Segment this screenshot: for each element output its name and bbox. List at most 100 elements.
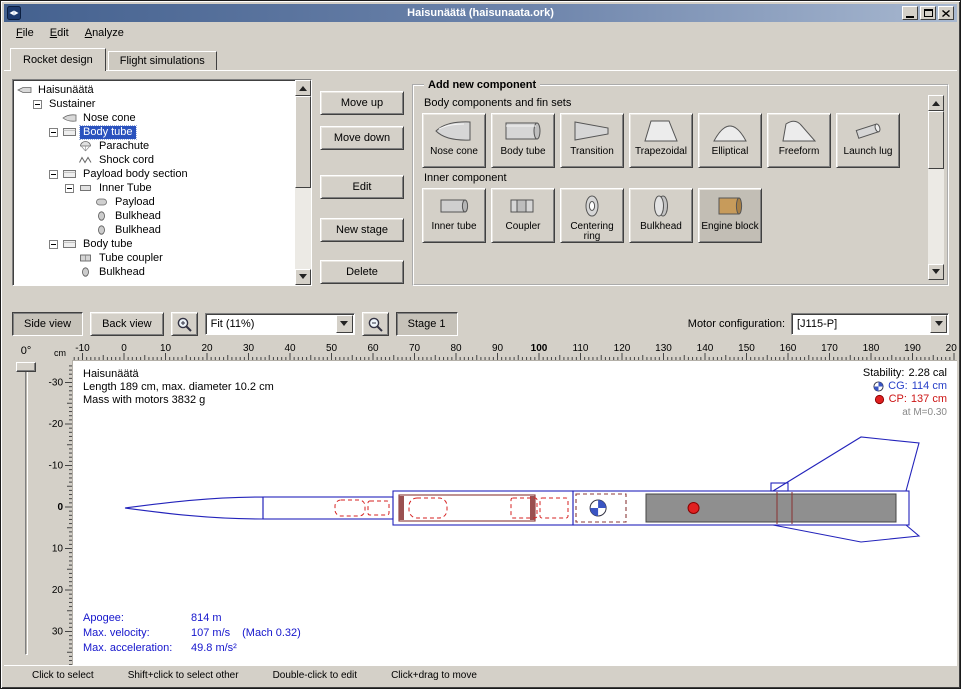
bulkhead-shape[interactable]	[399, 496, 404, 520]
add-launch-lug-button[interactable]: Launch lug	[836, 113, 900, 168]
tree-item-inner-tube[interactable]: Inner Tube	[13, 181, 295, 195]
tree-item-payload-body-section[interactable]: Payload body section	[13, 167, 295, 181]
menu-analyze[interactable]: Analyze	[77, 24, 132, 42]
add-engine-block-button[interactable]: Engine block	[698, 188, 762, 243]
move-down-button[interactable]: Move down	[320, 126, 404, 150]
parachute-shape[interactable]	[335, 500, 365, 516]
motor-configuration-select[interactable]: [J115-P]	[791, 313, 949, 335]
component-button-label: Inner tube	[431, 222, 476, 232]
svg-text:-10: -10	[49, 461, 64, 472]
scroll-thumb[interactable]	[928, 111, 944, 169]
bulkhead-icon	[78, 266, 93, 278]
tree-expander[interactable]	[65, 184, 74, 193]
body-tube-shape[interactable]	[263, 497, 393, 519]
fin-set-shape[interactable]	[771, 437, 919, 542]
add-nose-cone-button[interactable]: Nose cone	[422, 113, 486, 168]
tree-expander[interactable]	[49, 128, 58, 137]
rotation-angle-label: 0°	[4, 342, 48, 360]
flight-stat-row: Max. velocity:107 m/s(Mach 0.32)	[83, 626, 301, 641]
rotation-slider-track[interactable]	[25, 366, 28, 655]
motor-shape[interactable]	[646, 494, 896, 522]
payload-section-shape[interactable]	[393, 491, 573, 525]
add-bulkhead-button[interactable]: Bulkhead	[629, 188, 693, 243]
tree-expander[interactable]	[49, 240, 58, 249]
scroll-track[interactable]	[295, 96, 311, 269]
svg-text:-20: -20	[49, 419, 64, 430]
scroll-track[interactable]	[928, 111, 944, 264]
tree-item-tube-coupler[interactable]: Tube coupler	[13, 251, 295, 265]
payload-shape[interactable]	[409, 498, 447, 518]
shock-cord-shape[interactable]	[368, 501, 389, 515]
tree-item-haisun-t[interactable]: Haisunäätä	[13, 83, 295, 97]
edit-button[interactable]: Edit	[320, 175, 404, 199]
scroll-thumb[interactable]	[295, 96, 311, 188]
add-coupler-button[interactable]: Coupler	[491, 188, 555, 243]
inner-tube-shape[interactable]	[399, 495, 535, 521]
tree-item-shock-cord[interactable]: Shock cord	[13, 153, 295, 167]
combo-arrow-button[interactable]	[930, 315, 947, 333]
minimize-button[interactable]	[902, 6, 918, 20]
svg-text:90: 90	[492, 343, 504, 354]
cp-marker	[688, 503, 699, 514]
add-transition-button[interactable]: Transition	[560, 113, 624, 168]
scroll-down-button[interactable]	[295, 269, 311, 285]
menu-file[interactable]: File	[8, 24, 42, 42]
combo-arrow-button[interactable]	[336, 315, 353, 333]
stage-1-toggle[interactable]: Stage 1	[396, 312, 458, 336]
side-view-button[interactable]: Side view	[12, 312, 83, 336]
chevron-down-icon	[340, 321, 348, 330]
motor-configuration-value: [J115-P]	[797, 318, 837, 330]
move-up-button[interactable]: Move up	[320, 91, 404, 115]
rocket-drawing-area[interactable]: Haisunäätä Length 189 cm, max. diameter …	[72, 360, 957, 665]
add-centering-ring-button[interactable]: Centering ring	[560, 188, 624, 243]
close-button[interactable]	[938, 6, 954, 20]
tree-item-bulkhead[interactable]: Bulkhead	[13, 223, 295, 237]
add-inner-tube-button[interactable]: Inner tube	[422, 188, 486, 243]
magnifier-icon	[367, 316, 384, 333]
bulkhead-shape[interactable]	[530, 496, 535, 520]
component-sections: Body components and fin setsNose coneBod…	[422, 97, 939, 243]
component-scrollbar[interactable]	[928, 95, 944, 280]
mach-note: at M=0.30	[863, 406, 947, 419]
tree-expander[interactable]	[49, 170, 58, 179]
rotation-slider-handle[interactable]	[16, 362, 36, 372]
arrow-up-icon	[299, 82, 307, 91]
zoom-select[interactable]: Fit (11%)	[205, 313, 355, 335]
tree-item-nose-cone[interactable]: Nose cone	[13, 111, 295, 125]
zoom-out-button[interactable]	[362, 312, 389, 336]
add-freeform-button[interactable]: Freeform	[767, 113, 831, 168]
tree-item-parachute[interactable]: Parachute	[13, 139, 295, 153]
tree-expander[interactable]	[33, 100, 42, 109]
svg-text:200: 200	[946, 343, 957, 354]
add-body-tube-button[interactable]: Body tube	[491, 113, 555, 168]
svg-text:130: 130	[655, 343, 672, 354]
tree-item-bulkhead[interactable]: Bulkhead	[13, 265, 295, 279]
tab-flight-simulations[interactable]: Flight simulations	[108, 51, 217, 70]
menu-edit[interactable]: Edit	[42, 24, 77, 42]
tree-scrollbar[interactable]	[295, 80, 311, 285]
add-trapezoidal-button[interactable]: Trapezoidal	[629, 113, 693, 168]
back-view-button[interactable]: Back view	[90, 312, 164, 336]
new-stage-button[interactable]: New stage	[320, 218, 404, 242]
split-divider[interactable]	[4, 294, 957, 306]
rocket-length-info: Length 189 cm, max. diameter 10.2 cm	[83, 381, 274, 394]
inner-component-shape[interactable]	[540, 498, 568, 518]
motor-configuration-label: Motor configuration:	[688, 318, 785, 330]
maximize-button[interactable]	[920, 6, 936, 20]
body-tube-icon	[62, 126, 77, 138]
tree-item-sustainer[interactable]: Sustainer	[13, 97, 295, 111]
scroll-up-button[interactable]	[928, 95, 944, 111]
tab-rocket-design[interactable]: Rocket design	[10, 48, 106, 71]
delete-button[interactable]: Delete	[320, 260, 404, 284]
add-elliptical-button[interactable]: Elliptical	[698, 113, 762, 168]
tree-item-body-tube[interactable]: Body tube	[13, 237, 295, 251]
tree-item-payload[interactable]: Payload	[13, 195, 295, 209]
tree-item-body-tube[interactable]: Body tube	[13, 125, 295, 139]
tree-item-label: Body tube	[80, 126, 136, 139]
zoom-in-button[interactable]	[171, 312, 198, 336]
tree-item-bulkhead[interactable]: Bulkhead	[13, 209, 295, 223]
scroll-down-button[interactable]	[928, 264, 944, 280]
nose-cone-shape[interactable]	[125, 497, 263, 519]
scroll-up-button[interactable]	[295, 80, 311, 96]
component-button-label: Body tube	[500, 147, 545, 157]
